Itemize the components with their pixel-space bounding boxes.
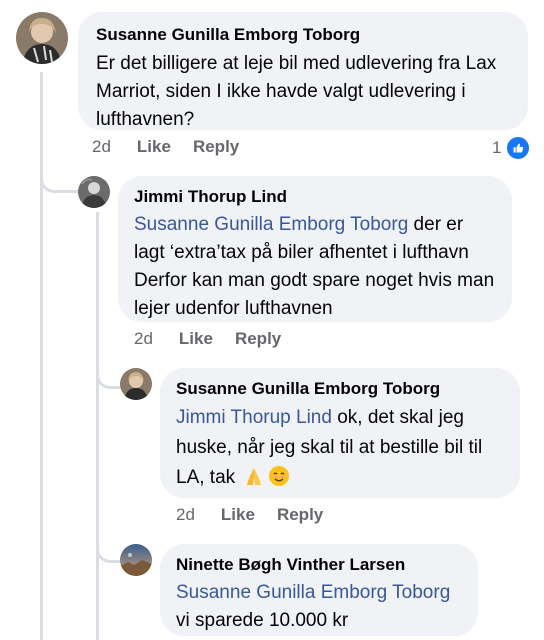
like-button[interactable]: Like	[221, 505, 255, 525]
comment-author[interactable]: Susanne Gunilla Emborg Toborg	[96, 24, 510, 46]
comment-author[interactable]: Ninette Bøgh Vinther Larsen	[176, 554, 462, 576]
reply-button[interactable]: Reply	[235, 329, 281, 349]
thread-connector-1	[40, 150, 79, 193]
thread-connector-2	[96, 348, 121, 389]
thread-line-reply	[96, 212, 99, 640]
comment-text-part: lagt ‘extra’tax på biler afhentet i luft…	[134, 242, 495, 319]
comment-text-part: vi sparede 10.000 kr	[176, 610, 349, 631]
comment-bubble: Susanne Gunilla Emborg Toborg Er det bil…	[78, 12, 528, 130]
comment-bubble: Jimmi Thorup Lind Susanne Gunilla Emborg…	[118, 176, 512, 322]
comment-text: Jimmi Thorup Lind ok, det skal jeg huske…	[176, 403, 504, 493]
comment-actions: 2d Like Reply	[134, 329, 303, 349]
comment-text: Er det billigere at leje bil med udlever…	[96, 53, 497, 130]
thumbs-up-icon	[505, 135, 532, 161]
mention-link[interactable]: Susanne Gunilla Emborg Toborg	[176, 579, 462, 607]
comment-text: Susanne Gunilla Emborg Toborg vi sparede…	[176, 579, 462, 635]
comment-author[interactable]: Susanne Gunilla Emborg Toborg	[176, 378, 504, 400]
comment-actions: 2d Like Reply	[92, 137, 261, 157]
reply-button[interactable]: Reply	[193, 137, 239, 157]
like-button[interactable]: Like	[179, 329, 213, 349]
mention-link[interactable]: Susanne Gunilla Emborg Toborg	[134, 214, 408, 235]
comment-thread: Susanne Gunilla Emborg Toborg Er det bil…	[0, 0, 544, 640]
comment-actions: 2d Like Reply	[176, 505, 345, 525]
mention-link[interactable]: Jimmi Thorup Lind	[176, 407, 332, 428]
comment-bubble: Ninette Bøgh Vinther Larsen Susanne Guni…	[160, 544, 478, 636]
avatar[interactable]	[120, 544, 152, 576]
comment-text: Susanne Gunilla Emborg Toborg der er lag…	[134, 211, 496, 323]
comment-text-part: der er	[408, 214, 464, 235]
like-button[interactable]: Like	[137, 137, 171, 157]
avatar[interactable]	[120, 368, 152, 400]
comment-author[interactable]: Jimmi Thorup Lind	[134, 186, 496, 208]
avatar[interactable]	[78, 176, 110, 208]
comment-timestamp[interactable]: 2d	[92, 137, 111, 157]
comment-timestamp[interactable]: 2d	[176, 505, 195, 525]
comment-bubble: Susanne Gunilla Emborg Toborg Jimmi Thor…	[160, 368, 520, 498]
reaction-count: 1	[492, 138, 502, 157]
folded-hands-icon	[243, 465, 265, 487]
avatar[interactable]	[16, 12, 68, 64]
reply-button[interactable]: Reply	[277, 505, 323, 525]
thread-connector-3	[96, 520, 121, 563]
smiling-face-icon	[268, 465, 290, 487]
comment-timestamp[interactable]: 2d	[134, 329, 153, 349]
reaction-summary[interactable]: 1	[492, 135, 532, 161]
